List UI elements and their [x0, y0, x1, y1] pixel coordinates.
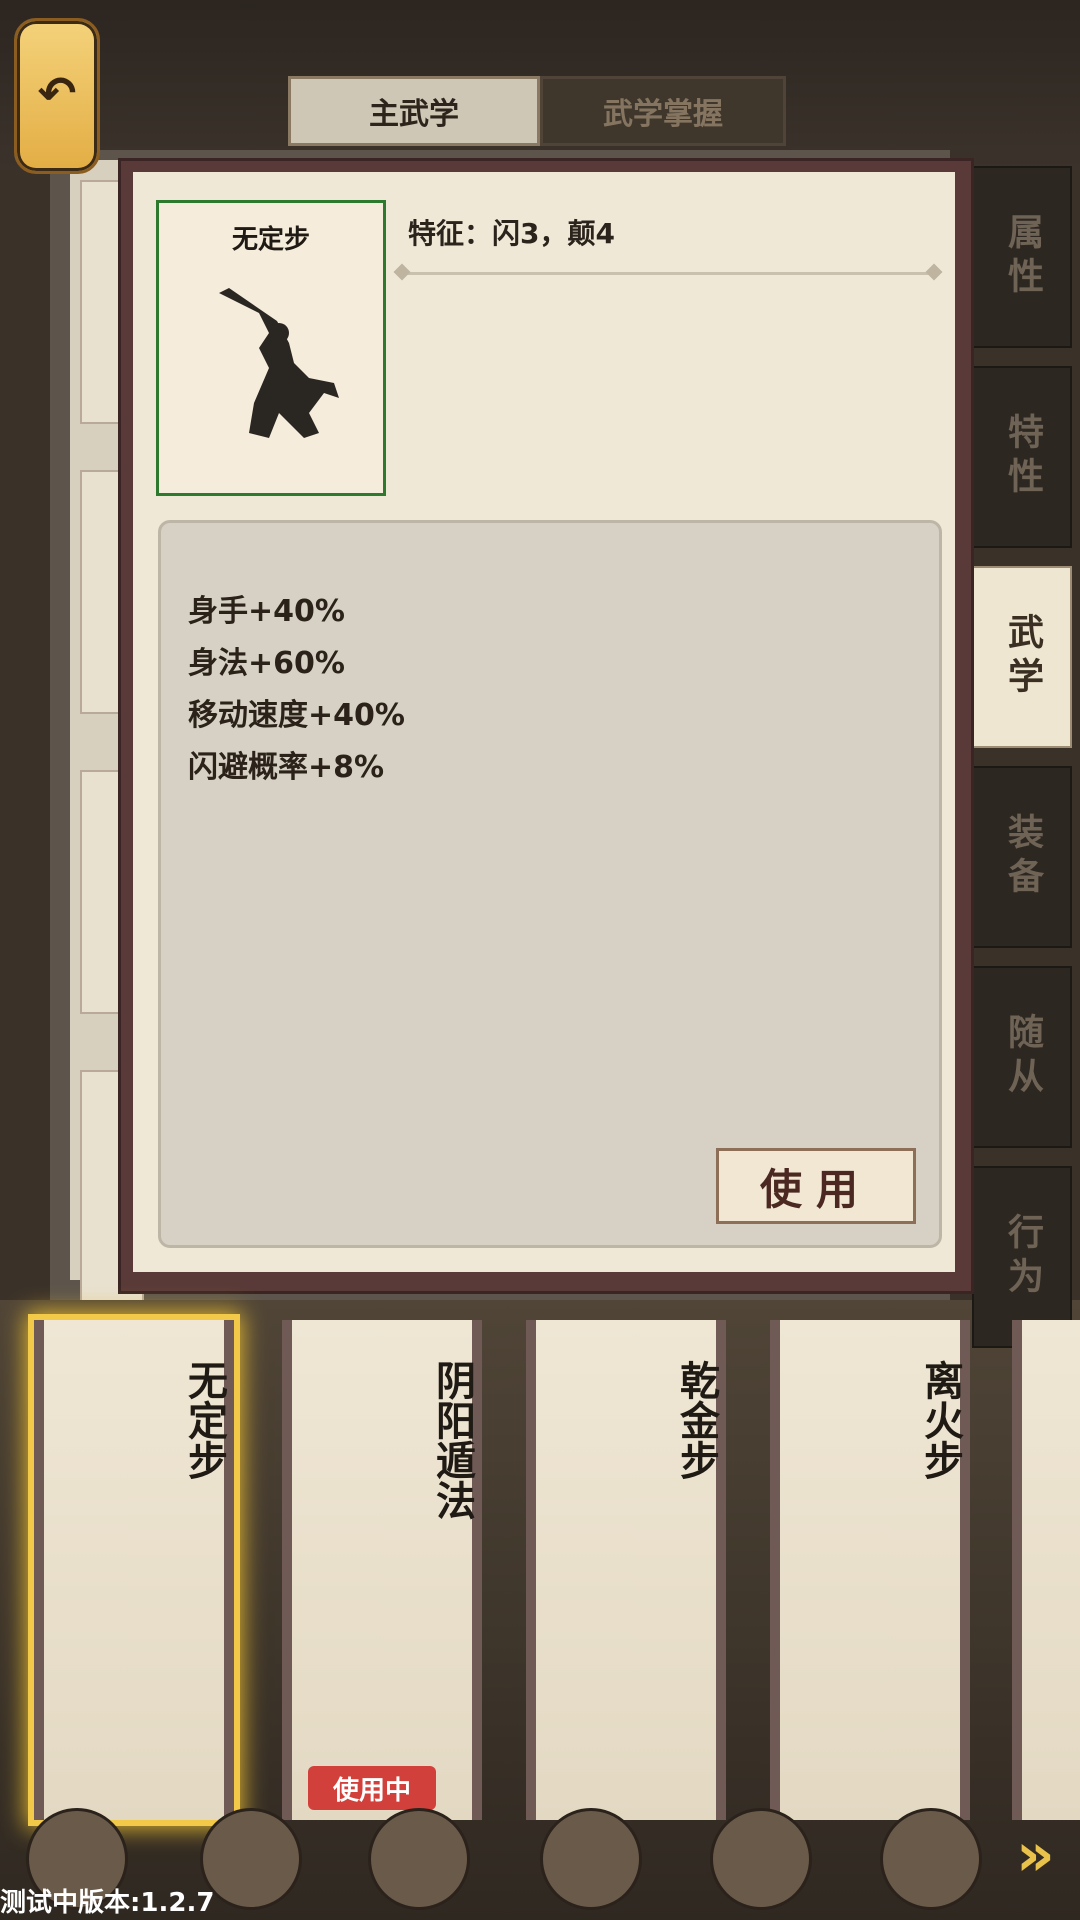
divider — [400, 272, 936, 275]
tab-main-martial-art[interactable]: 主武学 — [288, 76, 540, 146]
skill-list-card-partial[interactable] — [1012, 1320, 1080, 1820]
skill-list-card[interactable]: 离火步 — [770, 1320, 970, 1820]
nav-followers[interactable]: 随从 — [972, 966, 1072, 1148]
back-button[interactable]: ↶ — [14, 18, 100, 174]
nav-traits[interactable]: 特性 — [972, 366, 1072, 548]
nav-equipment[interactable]: 装备 — [972, 766, 1072, 948]
effect-line: 移动速度+40% — [188, 698, 405, 733]
use-button[interactable]: 使用 — [716, 1148, 916, 1224]
tab-martial-mastery[interactable]: 武学掌握 — [540, 76, 786, 146]
effect-line: 身手+40% — [188, 594, 345, 629]
effect-line: 身法+60% — [188, 646, 345, 681]
martial-artist-figure-icon — [219, 288, 339, 438]
feature-text: 特征：闪3，颠4 — [408, 217, 615, 250]
version-label: 测试中版本:1.2.7 — [0, 1888, 215, 1918]
skill-list-card[interactable]: 乾金步 — [526, 1320, 726, 1820]
character-avatar[interactable] — [540, 1808, 642, 1910]
in-use-badge: 使用中 — [308, 1766, 436, 1810]
double-chevron-right-icon[interactable]: » — [1016, 1820, 1055, 1890]
skill-list-card[interactable]: 无定步 — [34, 1320, 234, 1820]
character-avatar[interactable] — [710, 1808, 812, 1910]
skill-list-card-name: 离火步 — [917, 1360, 963, 1480]
nav-attributes[interactable]: 属性 — [972, 166, 1072, 348]
character-avatar[interactable] — [880, 1808, 982, 1910]
nav-martial-arts[interactable]: 武学 — [972, 566, 1072, 748]
effect-line: 闪避概率+8% — [188, 750, 385, 785]
skill-list-card[interactable]: 阴阳遁法 — [282, 1320, 482, 1820]
skill-list-card-name: 无定步 — [181, 1360, 227, 1480]
undo-arrow-icon: ↶ — [37, 66, 77, 120]
skill-list-card-name: 阴阳遁法 — [429, 1360, 475, 1520]
skill-card: 无定步 — [156, 200, 386, 496]
character-avatar[interactable] — [368, 1808, 470, 1910]
character-avatar[interactable] — [200, 1808, 302, 1910]
skill-list-card-name: 乾金步 — [673, 1360, 719, 1480]
skill-card-title: 无定步 — [231, 225, 310, 255]
